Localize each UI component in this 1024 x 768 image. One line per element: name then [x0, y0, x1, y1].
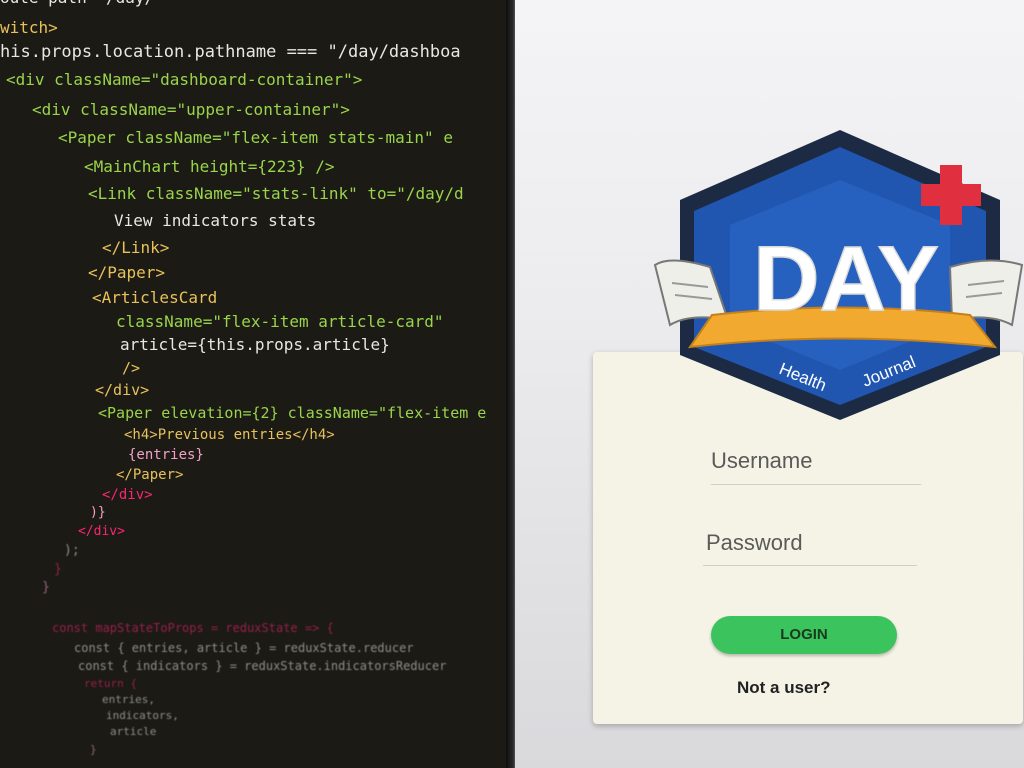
- code-line: }: [42, 580, 50, 595]
- code-line: </div>: [95, 381, 150, 399]
- code-line: );: [64, 543, 80, 558]
- code-line: </div>: [102, 487, 153, 503]
- code-line: View indicators stats: [114, 211, 317, 230]
- code-line: <Paper className="flex-item stats-main" …: [58, 128, 453, 147]
- code-line: his.props.location.pathname === "/day/da…: [0, 42, 461, 62]
- code-line: />: [122, 359, 141, 377]
- code-line: }: [90, 743, 97, 756]
- code-line: <div className="upper-container">: [32, 100, 350, 119]
- code-line: </Link>: [102, 238, 170, 257]
- code-line: </Paper>: [116, 467, 184, 483]
- code-line: {entries}: [128, 447, 204, 463]
- username-field[interactable]: [711, 484, 921, 485]
- code-line: <h4>Previous entries</h4>: [124, 427, 335, 443]
- code-line: </Paper>: [88, 263, 166, 282]
- logo-title: DAY: [753, 228, 939, 330]
- not-a-user-link[interactable]: Not a user?: [737, 678, 831, 698]
- code-line: )}: [90, 505, 106, 520]
- password-field-label: Password: [706, 530, 803, 555]
- code-line: <Paper elevation={2} className="flex-ite…: [98, 404, 487, 422]
- password-field[interactable]: [703, 565, 917, 566]
- code-line: const { indicators } = reduxState.indica…: [78, 659, 447, 673]
- code-line: <ArticlesCard: [92, 288, 218, 307]
- login-button[interactable]: LOGIN: [711, 616, 897, 654]
- login-page: Username Password LOGIN Not a user? DAY …: [515, 0, 1024, 768]
- code-line: <MainChart height={223} />: [84, 157, 335, 176]
- code-line: className="flex-item article-card": [116, 312, 444, 331]
- code-line: <div className="dashboard-container">: [6, 70, 363, 89]
- code-line: article={this.props.article}: [120, 335, 390, 354]
- day-health-journal-logo: DAY Health Journal: [653, 130, 1024, 420]
- code-line: witch>: [0, 18, 58, 37]
- code-line: </div>: [78, 524, 125, 539]
- username-field-label: Username: [711, 448, 813, 473]
- code-line: }: [54, 562, 62, 577]
- code-line: article: [110, 725, 157, 738]
- code-line: const mapStateToProps = reduxState => {: [52, 621, 334, 635]
- code-line: const { entries, article } = reduxState.…: [74, 641, 414, 655]
- code-line: <Link className="stats-link" to="/day/d: [88, 184, 464, 203]
- code-editor[interactable]: oute path="/day/ witch> his.props.locati…: [0, 0, 515, 768]
- code-line: oute path="/day/: [0, 0, 154, 8]
